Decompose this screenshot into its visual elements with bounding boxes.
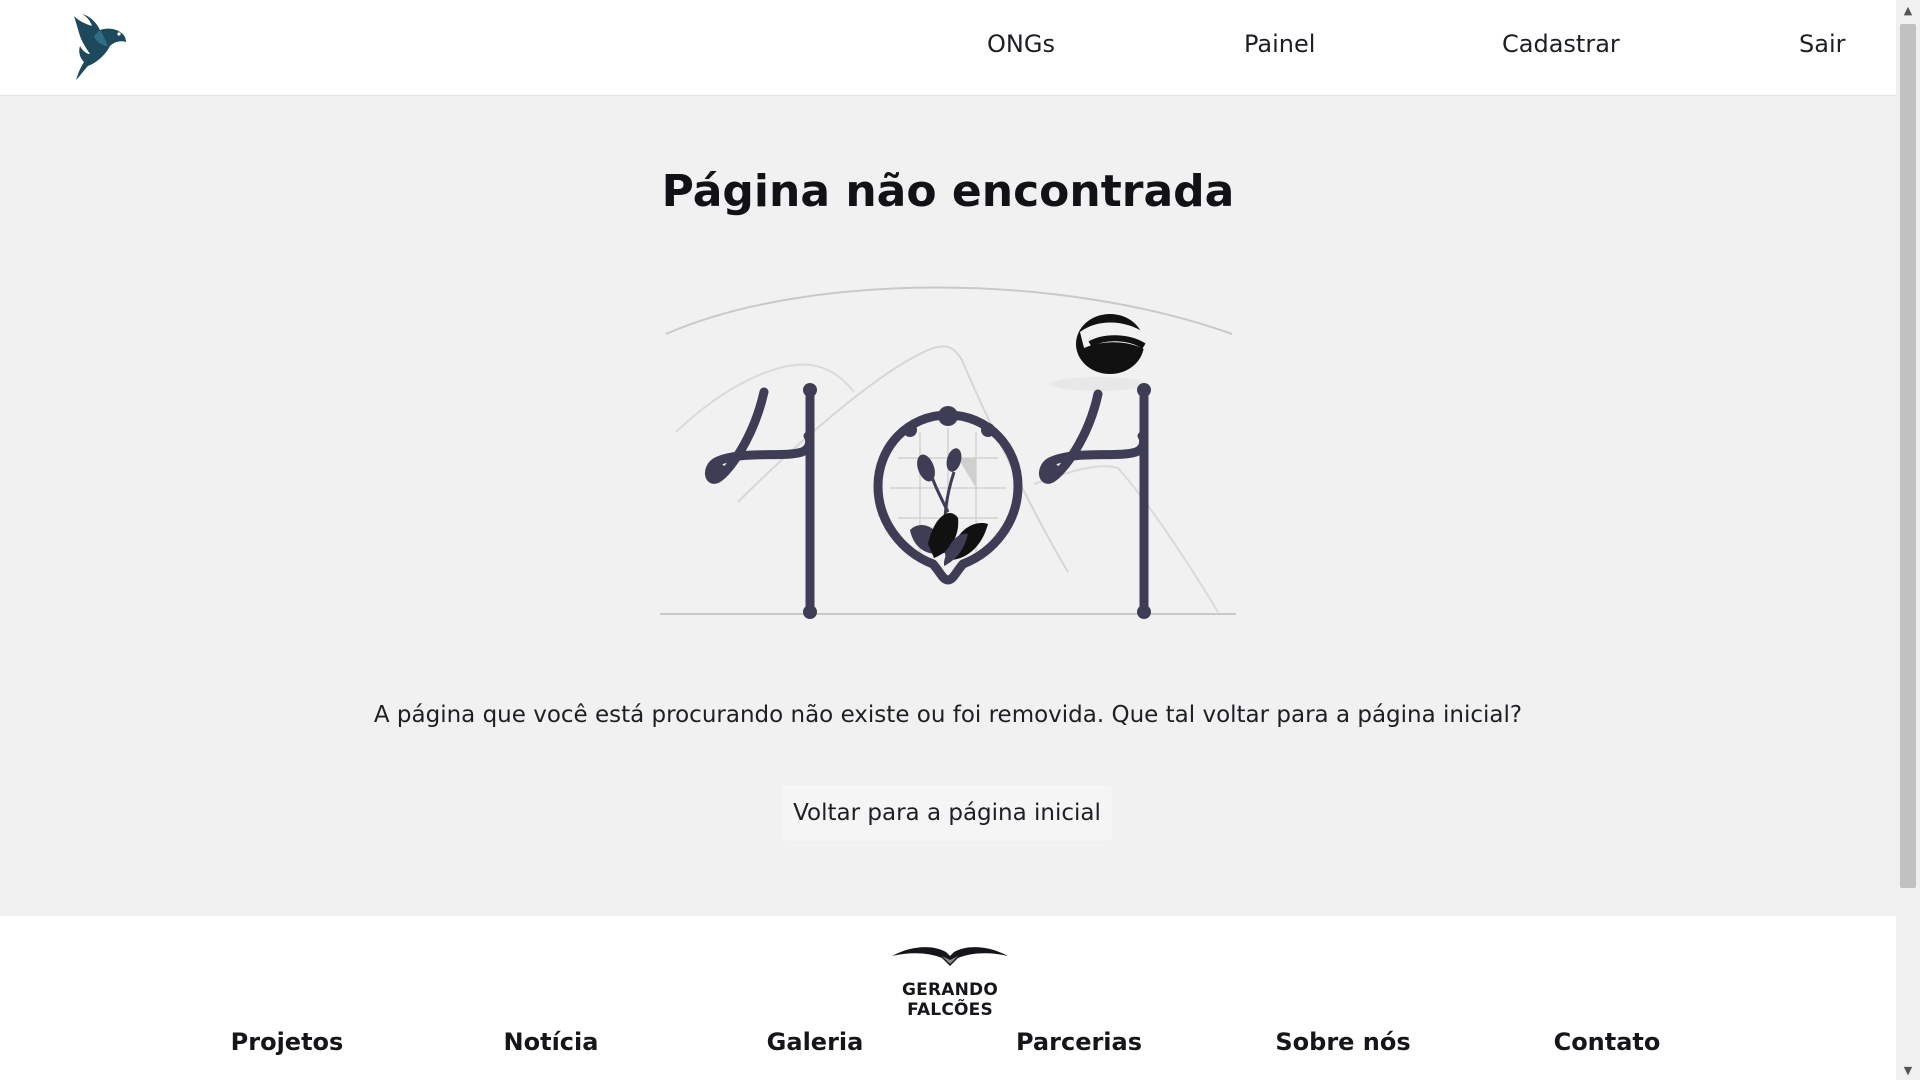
nav-sair[interactable]: Sair <box>1799 30 1845 58</box>
footer: GERANDO FALCÕES Projetos Notícia Galeria… <box>0 916 1896 1080</box>
footer-brand-name: GERANDO FALCÕES <box>901 980 998 1020</box>
falcon-wings-logo <box>892 947 1008 966</box>
main-content: Página não encontrada A página que você … <box>0 96 1896 916</box>
footer-link-parcerias[interactable]: Parcerias <box>969 1028 1189 1056</box>
footer-brand[interactable]: GERANDO FALCÕES <box>860 942 1040 1020</box>
scroll-up-arrow-icon[interactable]: ▲ <box>1896 0 1920 20</box>
scroll-down-arrow-icon[interactable]: ▼ <box>1896 1060 1920 1080</box>
nav-painel[interactable]: Painel <box>1244 30 1315 58</box>
bird-logo-icon[interactable] <box>70 12 128 82</box>
page-title: Página não encontrada <box>661 166 1235 217</box>
footer-link-sobre-nos[interactable]: Sobre nós <box>1233 1028 1453 1056</box>
page: ONGs Painel Cadastrar Sair Página não en… <box>0 0 1896 1080</box>
not-found-message: A página que você está procurando não ex… <box>373 702 1523 728</box>
footer-link-projetos[interactable]: Projetos <box>177 1028 397 1056</box>
footer-link-noticia[interactable]: Notícia <box>441 1028 661 1056</box>
nav-cadastrar[interactable]: Cadastrar <box>1502 30 1620 58</box>
404-illustration <box>660 286 1236 619</box>
back-home-button[interactable]: Voltar para a página inicial <box>781 784 1113 842</box>
vertical-scrollbar[interactable]: ▲ ▼ <box>1896 0 1920 1080</box>
top-navbar: ONGs Painel Cadastrar Sair <box>0 0 1896 96</box>
nav-ongs[interactable]: ONGs <box>987 30 1055 58</box>
scrollbar-thumb[interactable] <box>1900 24 1916 888</box>
footer-link-galeria[interactable]: Galeria <box>705 1028 925 1056</box>
footer-link-contato[interactable]: Contato <box>1497 1028 1717 1056</box>
